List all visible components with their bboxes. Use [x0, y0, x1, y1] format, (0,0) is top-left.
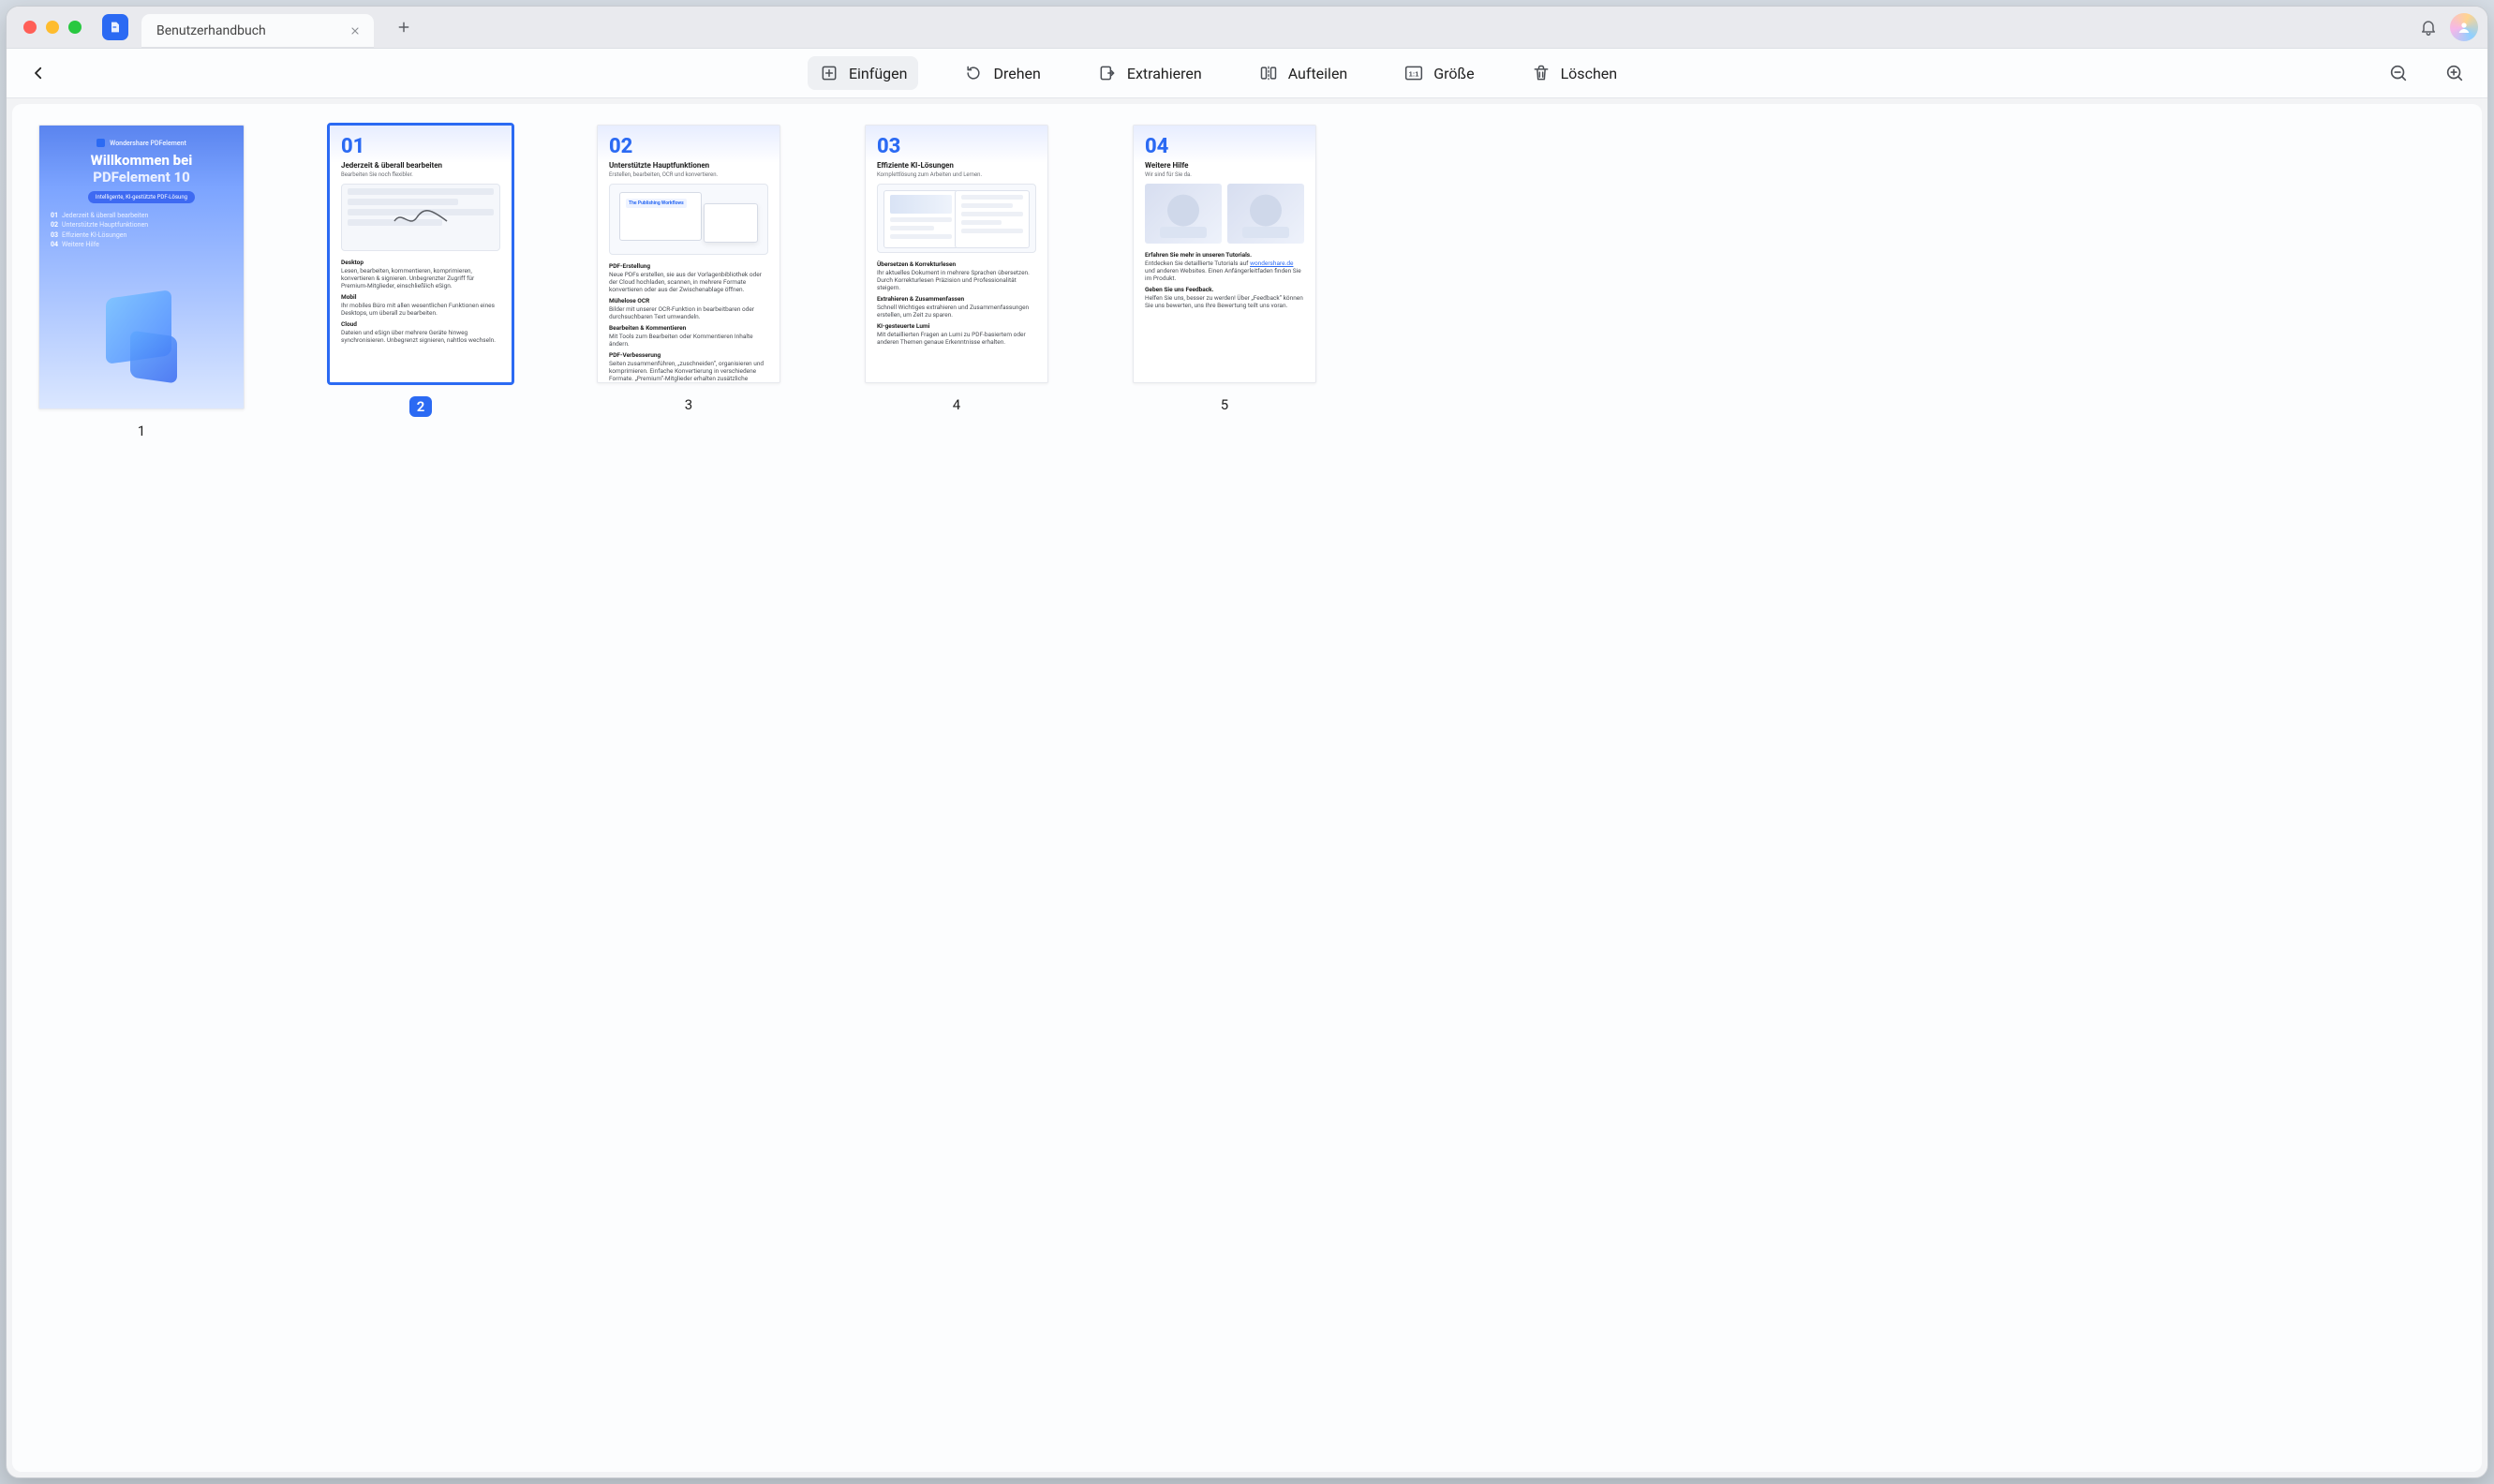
traffic-lights	[23, 21, 82, 34]
zoom-controls	[2386, 61, 2467, 85]
section-title: Unterstützte Hauptfunktionen	[609, 161, 768, 170]
window-close-button[interactable]	[23, 21, 37, 34]
document-tab[interactable]: Benutzerhandbuch	[141, 14, 374, 48]
section-title: Weitere Hilfe	[1145, 161, 1304, 170]
section-number: 02	[609, 137, 768, 157]
split-button[interactable]: Aufteilen	[1247, 56, 1359, 90]
delete-button[interactable]: Löschen	[1520, 56, 1629, 90]
size-label: Größe	[1433, 65, 1474, 82]
close-tab-icon[interactable]	[348, 23, 363, 38]
delete-label: Löschen	[1561, 65, 1618, 82]
section-number: 01	[341, 137, 500, 157]
app-icon	[102, 14, 128, 40]
section-subtitle: Erstellen, bearbeiten, OCR und konvertie…	[609, 171, 768, 178]
hero-graphic	[85, 287, 198, 399]
extract-button[interactable]: Extrahieren	[1086, 56, 1213, 90]
brand: Wondershare PDFelement	[51, 139, 232, 147]
page-number: 1	[138, 423, 145, 439]
page-preview: 04 Weitere Hilfe Wir sind für Sie da. Er…	[1133, 125, 1316, 383]
rotate-label: Drehen	[993, 65, 1040, 82]
section-number: 03	[877, 137, 1036, 157]
section-subtitle: Wir sind für Sie da.	[1145, 171, 1304, 178]
toolbar-actions: Einfügen Drehen Extrahieren Aufteilen	[808, 56, 1628, 90]
page-thumbnail-2[interactable]: 01 Jederzeit & überall bearbeiten Bearbe…	[329, 125, 512, 417]
section-title: Effiziente KI-Lösungen	[877, 161, 1036, 170]
window-zoom-button[interactable]	[68, 21, 82, 34]
toc: 01Jederzeit & überall bearbeiten 02Unter…	[51, 211, 232, 249]
insert-label: Einfügen	[849, 65, 908, 82]
rotate-button[interactable]: Drehen	[952, 56, 1051, 90]
page-preview: 03 Effiziente KI-Lösungen Komplettlösung…	[865, 125, 1048, 383]
page-toolbar: Einfügen Drehen Extrahieren Aufteilen	[7, 49, 2487, 98]
photo-placeholder	[1145, 184, 1222, 244]
split-icon	[1258, 63, 1279, 83]
page-thumbnail-1[interactable]: Wondershare PDFelement Willkommen bei PD…	[38, 125, 245, 439]
split-label: Aufteilen	[1288, 65, 1348, 82]
page-preview: Wondershare PDFelement Willkommen bei PD…	[38, 125, 245, 409]
app-window: Benutzerhandbuch Einfügen	[6, 6, 2488, 1478]
back-button[interactable]	[27, 62, 50, 84]
subtitle-pill: Intelligente, KI-gestützte PDF-Lösung	[88, 191, 195, 203]
page-preview: 01 Jederzeit & überall bearbeiten Bearbe…	[329, 125, 512, 383]
window-minimize-button[interactable]	[46, 21, 59, 34]
notifications-icon[interactable]	[2414, 13, 2442, 41]
page-number: 3	[685, 396, 692, 413]
screenshot-mock	[877, 184, 1036, 253]
zoom-out-button[interactable]	[2386, 61, 2411, 85]
trash-icon	[1531, 63, 1551, 83]
page-preview: 02 Unterstützte Hauptfunktionen Erstelle…	[597, 125, 780, 383]
size-icon: 1:1	[1403, 63, 1424, 83]
tab-title: Benutzerhandbuch	[156, 23, 266, 38]
photo-placeholder	[1227, 184, 1304, 244]
extract-label: Extrahieren	[1127, 65, 1202, 82]
page-number: 2	[409, 396, 433, 417]
rotate-icon	[963, 63, 984, 83]
page-number: 4	[953, 396, 960, 413]
section-title: Jederzeit & überall bearbeiten	[341, 161, 500, 170]
page-thumbnail-3[interactable]: 02 Unterstützte Hauptfunktionen Erstelle…	[597, 125, 780, 413]
brand-text: Wondershare PDFelement	[110, 140, 186, 147]
tutorials-link[interactable]: wondershare.de	[1250, 260, 1293, 267]
page-thumbnail-5[interactable]: 04 Weitere Hilfe Wir sind für Sie da. Er…	[1133, 125, 1316, 413]
insert-icon	[819, 63, 839, 83]
screenshot-mock: The Publishing Workflows	[609, 184, 768, 255]
thumbnail-panel[interactable]: Wondershare PDFelement Willkommen bei PD…	[12, 104, 2482, 1472]
new-tab-button[interactable]	[391, 14, 417, 40]
welcome-title-1: Willkommen bei	[51, 153, 232, 169]
section-subtitle: Komplettlösung zum Arbeiten und Lernen.	[877, 171, 1036, 178]
titlebar: Benutzerhandbuch	[7, 7, 2487, 49]
page-number: 5	[1221, 396, 1228, 413]
insert-button[interactable]: Einfügen	[808, 56, 919, 90]
svg-text:1:1: 1:1	[1409, 69, 1419, 78]
size-button[interactable]: 1:1 Größe	[1392, 56, 1485, 90]
welcome-title-2: PDFelement 10	[51, 169, 232, 186]
page-thumbnail-4[interactable]: 03 Effiziente KI-Lösungen Komplettlösung…	[865, 125, 1048, 413]
help-images	[1145, 184, 1304, 244]
screenshot-mock	[341, 184, 500, 251]
extract-icon	[1097, 63, 1118, 83]
mock-tag: The Publishing Workflows	[626, 199, 687, 208]
user-avatar[interactable]	[2450, 13, 2478, 41]
section-number: 04	[1145, 137, 1304, 157]
thumbnail-grid: Wondershare PDFelement Willkommen bei PD…	[38, 125, 2456, 439]
section-subtitle: Bearbeiten Sie noch flexibler.	[341, 171, 500, 178]
zoom-in-button[interactable]	[2442, 61, 2467, 85]
